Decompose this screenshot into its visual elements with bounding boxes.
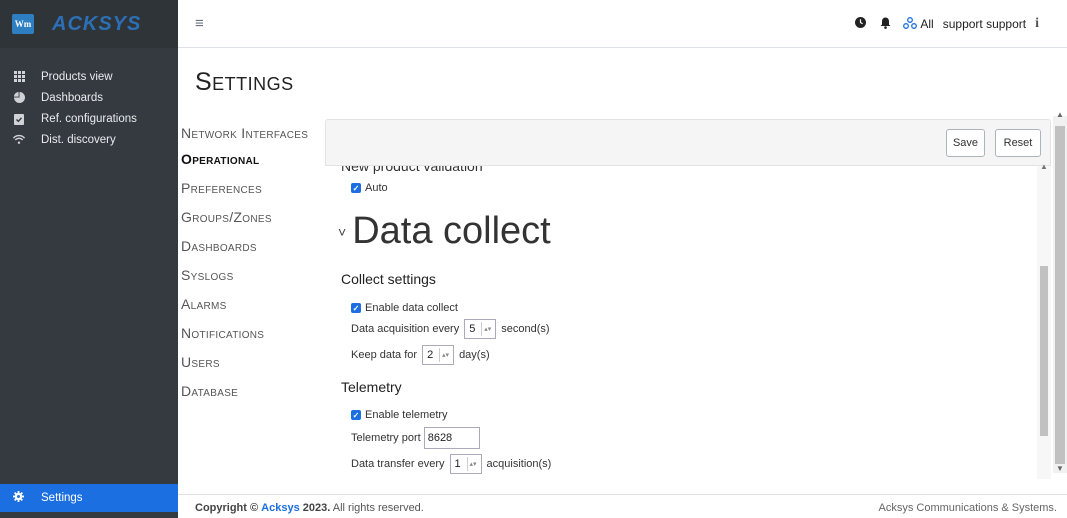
topbar: ≡ All support support i [178, 0, 1067, 48]
keep-data-stepper[interactable]: 2 ▴▾ [422, 345, 455, 365]
acksys-link[interactable]: Acksys [261, 502, 300, 514]
scroll-up-icon[interactable]: ▲ [1056, 110, 1064, 119]
stepper-arrows-icon[interactable]: ▴▾ [466, 457, 479, 471]
acquisition-interval-row: Data acquisition every 5 ▴▾ second(s) [351, 319, 550, 339]
acquisition-suffix-label: second(s) [501, 323, 550, 335]
acquisition-prefix-label: Data acquisition every [351, 323, 460, 335]
transfer-suffix-label: acquisition(s) [486, 458, 552, 470]
save-button[interactable]: Save [946, 129, 985, 157]
sidebar-item-label: Products view [41, 70, 113, 83]
data-collect-title-text: Data collect [352, 210, 551, 252]
panel-scrollbar[interactable]: ▲ [1037, 162, 1051, 479]
copyright-year: 2023. [302, 502, 331, 514]
operational-settings-panel: New product validation ✓ Auto ˅ Data col… [325, 166, 1037, 479]
sidebar-item-settings[interactable]: Settings [0, 484, 178, 512]
keep-data-row: Keep data for 2 ▴▾ day(s) [351, 345, 490, 365]
clock-icon[interactable] [855, 17, 867, 31]
company-name: Acksys Communications & Systems. [878, 502, 1058, 514]
section-notifications[interactable]: Notifications [181, 319, 321, 348]
section-syslogs[interactable]: Syslogs [181, 261, 321, 290]
panel-header: Save Reset [325, 119, 1051, 166]
checkbox-checked-icon: ✓ [351, 410, 361, 420]
sidebar-item-label: Dist. discovery [41, 133, 116, 146]
chevron-down-icon: ˅ [338, 223, 347, 240]
checkbox-label: Enable data collect [365, 302, 458, 314]
copyright-prefix: Copyright © [195, 502, 259, 514]
hamburger-menu-icon[interactable]: ≡ [195, 15, 204, 32]
new-product-validation-title: New product validation [341, 166, 483, 174]
sidebar-nav: Products view Dashboards Ref. configurat… [0, 66, 178, 150]
copyright-rights: All rights reserved. [332, 502, 424, 514]
data-transfer-stepper[interactable]: 1 ▴▾ [449, 454, 482, 474]
reset-button[interactable]: Reset [995, 129, 1041, 157]
topbar-actions: All support support i [855, 0, 1039, 48]
collect-settings-title: Collect settings [341, 271, 436, 287]
section-network-interfaces[interactable]: Network Interfaces [181, 121, 321, 145]
sidebar-item-ref-configurations[interactable]: Ref. configurations [0, 108, 178, 129]
section-dashboards[interactable]: Dashboards [181, 232, 321, 261]
telemetry-port-input[interactable]: 8628 [423, 427, 480, 449]
telemetry-port-label: Telemetry port [351, 432, 421, 444]
section-groups-zones[interactable]: Groups/Zones [181, 203, 321, 232]
data-collect-title[interactable]: ˅ Data collect [338, 210, 551, 253]
section-database[interactable]: Database [181, 377, 321, 406]
sidebar: Wm ACKSYS Products view Dashboards Ref. … [0, 0, 178, 518]
data-transfer-row: Data transfer every 1 ▴▾ acquisition(s) [351, 454, 551, 474]
stepper-value: 5 [469, 323, 476, 335]
telemetry-port-row: Telemetry port 8628 [351, 427, 480, 449]
section-users[interactable]: Users [181, 348, 321, 377]
logo-badge: Wm [12, 14, 34, 34]
logo[interactable]: Wm ACKSYS [0, 0, 178, 48]
page-scrollbar[interactable]: ▲ ▼ [1053, 110, 1067, 473]
stepper-arrows-icon[interactable]: ▴▾ [481, 322, 493, 336]
sidebar-item-label: Ref. configurations [41, 112, 137, 125]
grid-icon [13, 71, 25, 83]
section-preferences[interactable]: Preferences [181, 174, 321, 203]
checkbox-label: Auto [365, 182, 388, 194]
enable-data-collect-checkbox[interactable]: ✓ Enable data collect [351, 302, 458, 314]
user-menu[interactable]: support support [943, 17, 1026, 31]
gear-icon [13, 491, 25, 505]
sidebar-item-dist-discovery[interactable]: Dist. discovery [0, 129, 178, 150]
page-title: Settings [195, 68, 294, 96]
checkbox-label: Enable telemetry [365, 409, 448, 421]
settings-section-nav: Network Interfaces Operational Preferenc… [181, 121, 321, 406]
keep-prefix-label: Keep data for [351, 349, 418, 361]
bell-icon[interactable] [880, 17, 891, 32]
scrollbar-thumb[interactable] [1040, 266, 1048, 436]
sidebar-item-label: Settings [41, 492, 83, 504]
scroll-down-icon[interactable]: ▼ [1056, 464, 1064, 473]
scroll-up-icon[interactable]: ▲ [1040, 162, 1048, 171]
sidebar-item-dashboards[interactable]: Dashboards [0, 87, 178, 108]
logo-text: ACKSYS [52, 12, 142, 35]
copyright: Copyright © Acksys 2023. All rights rese… [195, 502, 424, 514]
sidebar-item-label: Dashboards [41, 91, 104, 104]
scrollbar-thumb[interactable] [1055, 126, 1065, 464]
group-selector[interactable]: All [920, 17, 933, 31]
footer: Copyright © Acksys 2023. All rights rese… [178, 494, 1067, 518]
enable-telemetry-checkbox[interactable]: ✓ Enable telemetry [351, 409, 448, 421]
info-icon[interactable]: i [1035, 16, 1039, 32]
stepper-arrows-icon[interactable]: ▴▾ [439, 348, 451, 362]
clipboard-check-icon [13, 113, 25, 125]
transfer-prefix-label: Data transfer every [351, 458, 445, 470]
telemetry-title: Telemetry [341, 379, 402, 395]
stepper-value: 2 [427, 349, 434, 361]
auto-validation-checkbox[interactable]: ✓ Auto [351, 182, 388, 194]
pie-chart-icon [13, 92, 25, 104]
acquisition-interval-stepper[interactable]: 5 ▴▾ [464, 319, 497, 339]
sidebar-item-products-view[interactable]: Products view [0, 66, 178, 87]
keep-suffix-label: day(s) [459, 349, 490, 361]
group-icon[interactable] [903, 16, 918, 32]
section-operational[interactable]: Operational [181, 145, 321, 174]
stepper-value: 1 [454, 458, 461, 470]
wifi-icon [13, 134, 25, 146]
checkbox-checked-icon: ✓ [351, 303, 361, 313]
checkbox-checked-icon: ✓ [351, 183, 361, 193]
section-alarms[interactable]: Alarms [181, 290, 321, 319]
